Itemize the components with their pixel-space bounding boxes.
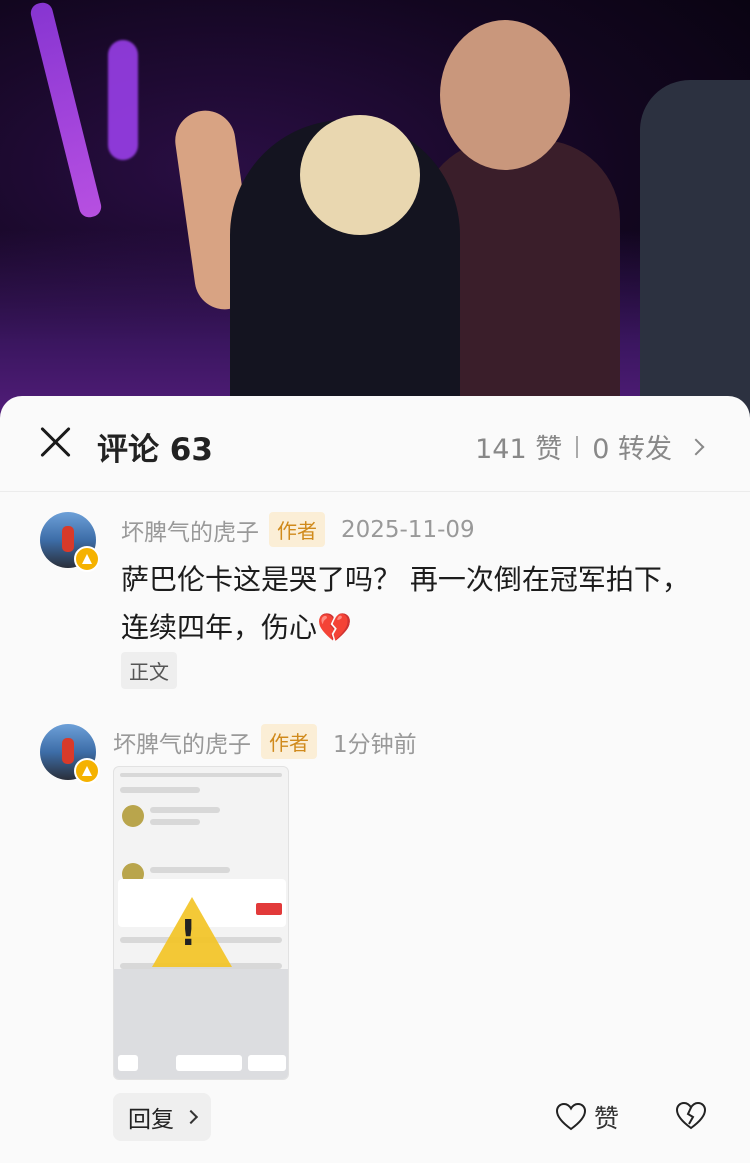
comments-header: 评论 63 141 赞 0 转发 (0, 396, 750, 492)
key (118, 1055, 138, 1071)
chevron-right-icon (183, 1109, 199, 1125)
username[interactable]: 坏脾气的虎子 (121, 513, 259, 547)
avatar[interactable] (40, 724, 100, 784)
key (248, 1055, 286, 1071)
tab-bar (120, 787, 200, 793)
keyboard-preview (114, 969, 288, 1079)
reply-button[interactable]: 回复 (113, 1093, 211, 1141)
like-label: 赞 (594, 1104, 620, 1133)
status-bar (120, 773, 282, 777)
spectator-head (440, 20, 570, 170)
comment-date: 1分钟前 (333, 731, 417, 758)
comments-title: 评论 63 (97, 432, 213, 468)
stage-light (28, 0, 104, 220)
stage-light (108, 40, 138, 160)
close-icon[interactable] (38, 424, 74, 460)
comment-meta: 坏脾气的虎子 作者 1分钟前 (113, 724, 417, 759)
author-badge: 作者 (269, 512, 325, 547)
send-button-preview (256, 903, 282, 915)
avatar-figure (62, 738, 74, 764)
comment-date: 2025-11-09 (341, 516, 475, 543)
broken-heart-icon[interactable] (676, 1102, 706, 1130)
comment-image[interactable]: ! (113, 766, 289, 1080)
spectator (640, 80, 750, 420)
heart-icon (556, 1103, 586, 1131)
like-button[interactable]: 赞 (556, 1099, 619, 1135)
comment-tag: 正文 (121, 652, 177, 689)
likes-count: 141 赞 (475, 434, 563, 465)
post-photo[interactable] (0, 0, 750, 420)
comments-sheet: 评论 63 141 赞 0 转发 坏脾气的虎子 作者 2025-11-09 萨巴… (0, 396, 750, 1163)
comment-text: 萨巴伦卡这是哭了吗？ 再一次倒在冠军拍下，连续四年，伤心💔 (121, 556, 711, 652)
chevron-right-icon (687, 438, 705, 455)
spectator-head (300, 115, 420, 235)
post-stats[interactable]: 141 赞 0 转发 (475, 427, 705, 466)
verified-badge-icon (74, 546, 100, 572)
list-avatar (122, 805, 144, 827)
username[interactable]: 坏脾气的虎子 (113, 725, 251, 759)
comment-meta: 坏脾气的虎子 作者 2025-11-09 (121, 512, 475, 547)
reply-label: 回复 (128, 1107, 174, 1133)
author-badge: 作者 (261, 724, 317, 759)
list-line (150, 819, 200, 825)
broken-heart-emoji: 💔 (317, 611, 352, 644)
comment-text-content: 萨巴伦卡这是哭了吗？ 再一次倒在冠军拍下，连续四年，伤心 (121, 563, 690, 644)
shares-count: 0 转发 (592, 434, 672, 465)
avatar[interactable] (40, 512, 100, 572)
list-line (150, 867, 230, 873)
list-line (150, 807, 220, 813)
avatar-figure (62, 526, 74, 552)
divider (576, 435, 579, 458)
warning-mark: ! (180, 913, 197, 954)
verified-badge-icon (74, 758, 100, 784)
space-key (176, 1055, 242, 1071)
